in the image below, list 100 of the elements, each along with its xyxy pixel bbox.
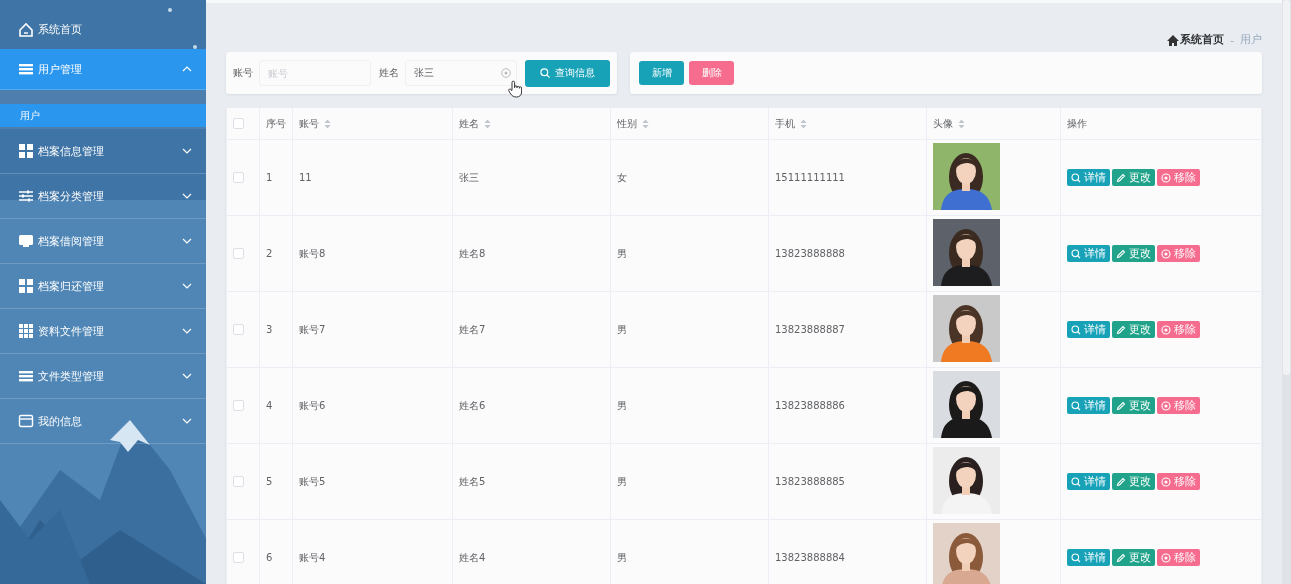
column-header[interactable]: 账号 xyxy=(299,117,319,129)
search-icon xyxy=(1071,172,1081,183)
delete-button[interactable]: 删除 xyxy=(689,61,734,85)
table-cell: 女 xyxy=(617,171,627,183)
submenu-item[interactable]: 用户 xyxy=(0,104,206,127)
column-header[interactable]: 头像 xyxy=(933,117,953,129)
search-button[interactable]: 查询信息 xyxy=(525,59,610,87)
chevron-down-icon xyxy=(182,148,192,154)
checkbox[interactable] xyxy=(233,476,244,488)
circle-dot-icon xyxy=(1161,172,1171,183)
circle-dot-icon xyxy=(1161,248,1171,259)
detail-button[interactable]: 详情 xyxy=(1067,245,1110,262)
remove-button[interactable]: 移除 xyxy=(1157,169,1200,186)
clear-icon xyxy=(501,68,511,78)
menu-item[interactable]: 系统首页 xyxy=(0,10,206,49)
chevron-up-icon xyxy=(182,66,192,72)
column-header[interactable]: 性别 xyxy=(617,117,637,129)
detail-button[interactable]: 详情 xyxy=(1067,473,1110,490)
column-header: 操作 xyxy=(1067,117,1087,129)
circle-dot-icon xyxy=(1161,552,1171,563)
detail-button[interactable]: 详情 xyxy=(1067,169,1110,186)
table-cell: 姓名7 xyxy=(459,323,486,335)
checkbox[interactable] xyxy=(233,324,244,336)
menu-item[interactable]: 档案借阅管理 xyxy=(0,219,206,264)
pencil-icon xyxy=(1116,248,1126,259)
pencil-icon xyxy=(1116,552,1126,563)
field-label: 账号 xyxy=(233,66,253,80)
table-cell: 账号6 xyxy=(299,399,326,411)
menu-item[interactable]: 档案分类管理 xyxy=(0,174,206,219)
table-cell: 姓名6 xyxy=(459,399,486,411)
grid-icon xyxy=(18,323,34,339)
table-cell: 男 xyxy=(617,475,627,487)
field-label: 姓名 xyxy=(379,66,399,80)
table-cell: 账号8 xyxy=(299,247,326,259)
breadcrumb-separator: - xyxy=(1230,34,1234,46)
pencil-icon xyxy=(1116,476,1126,487)
checkbox[interactable] xyxy=(233,248,244,260)
search-icon xyxy=(1071,324,1081,335)
remove-button[interactable]: 移除 xyxy=(1157,321,1200,338)
search-icon xyxy=(540,68,550,78)
table-cell: 13823888884 xyxy=(775,552,845,563)
table-cell: 5 xyxy=(266,476,273,487)
menu-item[interactable]: 文件类型管理 xyxy=(0,354,206,399)
menu-item[interactable]: 档案信息管理 xyxy=(0,129,206,174)
column-header: 序号 xyxy=(266,117,286,129)
breadcrumb-item: 用户 xyxy=(1240,33,1262,47)
menu-item[interactable]: 我的信息 xyxy=(0,399,206,444)
edit-button[interactable]: 更改 xyxy=(1112,549,1155,566)
menu-item[interactable]: 用户管理 xyxy=(0,49,206,90)
table-cell: 账号7 xyxy=(299,323,326,335)
edit-button[interactable]: 更改 xyxy=(1112,397,1155,414)
sliders-icon xyxy=(18,188,34,204)
table-cell: 账号5 xyxy=(299,475,326,487)
column-header[interactable]: 手机 xyxy=(775,117,795,129)
detail-button[interactable]: 详情 xyxy=(1067,397,1110,414)
table-cell: 13823888886 xyxy=(775,400,845,411)
search-icon xyxy=(1071,476,1081,487)
table-cell: 15111111111 xyxy=(775,172,845,183)
table-cell: 13823888887 xyxy=(775,324,845,335)
checkbox[interactable] xyxy=(233,552,244,564)
column-header[interactable]: 姓名 xyxy=(459,117,479,129)
grid-icon xyxy=(18,278,34,294)
grid-icon xyxy=(18,143,34,159)
edit-button[interactable]: 更改 xyxy=(1112,473,1155,490)
remove-button[interactable]: 移除 xyxy=(1157,245,1200,262)
detail-button[interactable]: 详情 xyxy=(1067,549,1110,566)
checkbox[interactable] xyxy=(233,400,244,412)
menu-item[interactable]: 资料文件管理 xyxy=(0,309,206,354)
list-icon xyxy=(18,61,34,77)
edit-button[interactable]: 更改 xyxy=(1112,169,1155,186)
breadcrumb-item[interactable]: 系统首页 xyxy=(1180,33,1225,47)
table-cell: 姓名5 xyxy=(459,475,486,487)
sort-icon xyxy=(958,118,965,129)
input-field[interactable]: 张三 xyxy=(405,60,517,86)
chevron-down-icon xyxy=(182,238,192,244)
table-cell: 11 xyxy=(299,172,312,183)
search-icon xyxy=(1071,552,1081,563)
chevron-down-icon xyxy=(182,373,192,379)
edit-button[interactable]: 更改 xyxy=(1112,321,1155,338)
pencil-icon xyxy=(1116,172,1126,183)
remove-button[interactable]: 移除 xyxy=(1157,473,1200,490)
add-button[interactable]: 新增 xyxy=(639,61,684,85)
scrollbar[interactable] xyxy=(1282,0,1291,584)
menu-item[interactable]: 档案归还管理 xyxy=(0,264,206,309)
sort-icon xyxy=(642,118,649,129)
checkbox[interactable] xyxy=(233,172,244,184)
sort-icon xyxy=(800,118,807,129)
table-cell: 1 xyxy=(266,172,273,183)
card-icon xyxy=(18,413,34,429)
checkbox[interactable] xyxy=(233,118,244,130)
table-cell: 3 xyxy=(266,324,273,335)
home-icon xyxy=(1167,34,1180,46)
detail-button[interactable]: 详情 xyxy=(1067,321,1110,338)
table-cell: 男 xyxy=(617,551,627,563)
table-cell: 4 xyxy=(266,400,273,411)
remove-button[interactable]: 移除 xyxy=(1157,549,1200,566)
chevron-down-icon xyxy=(182,193,192,199)
table-cell: 男 xyxy=(617,247,627,259)
edit-button[interactable]: 更改 xyxy=(1112,245,1155,262)
remove-button[interactable]: 移除 xyxy=(1157,397,1200,414)
